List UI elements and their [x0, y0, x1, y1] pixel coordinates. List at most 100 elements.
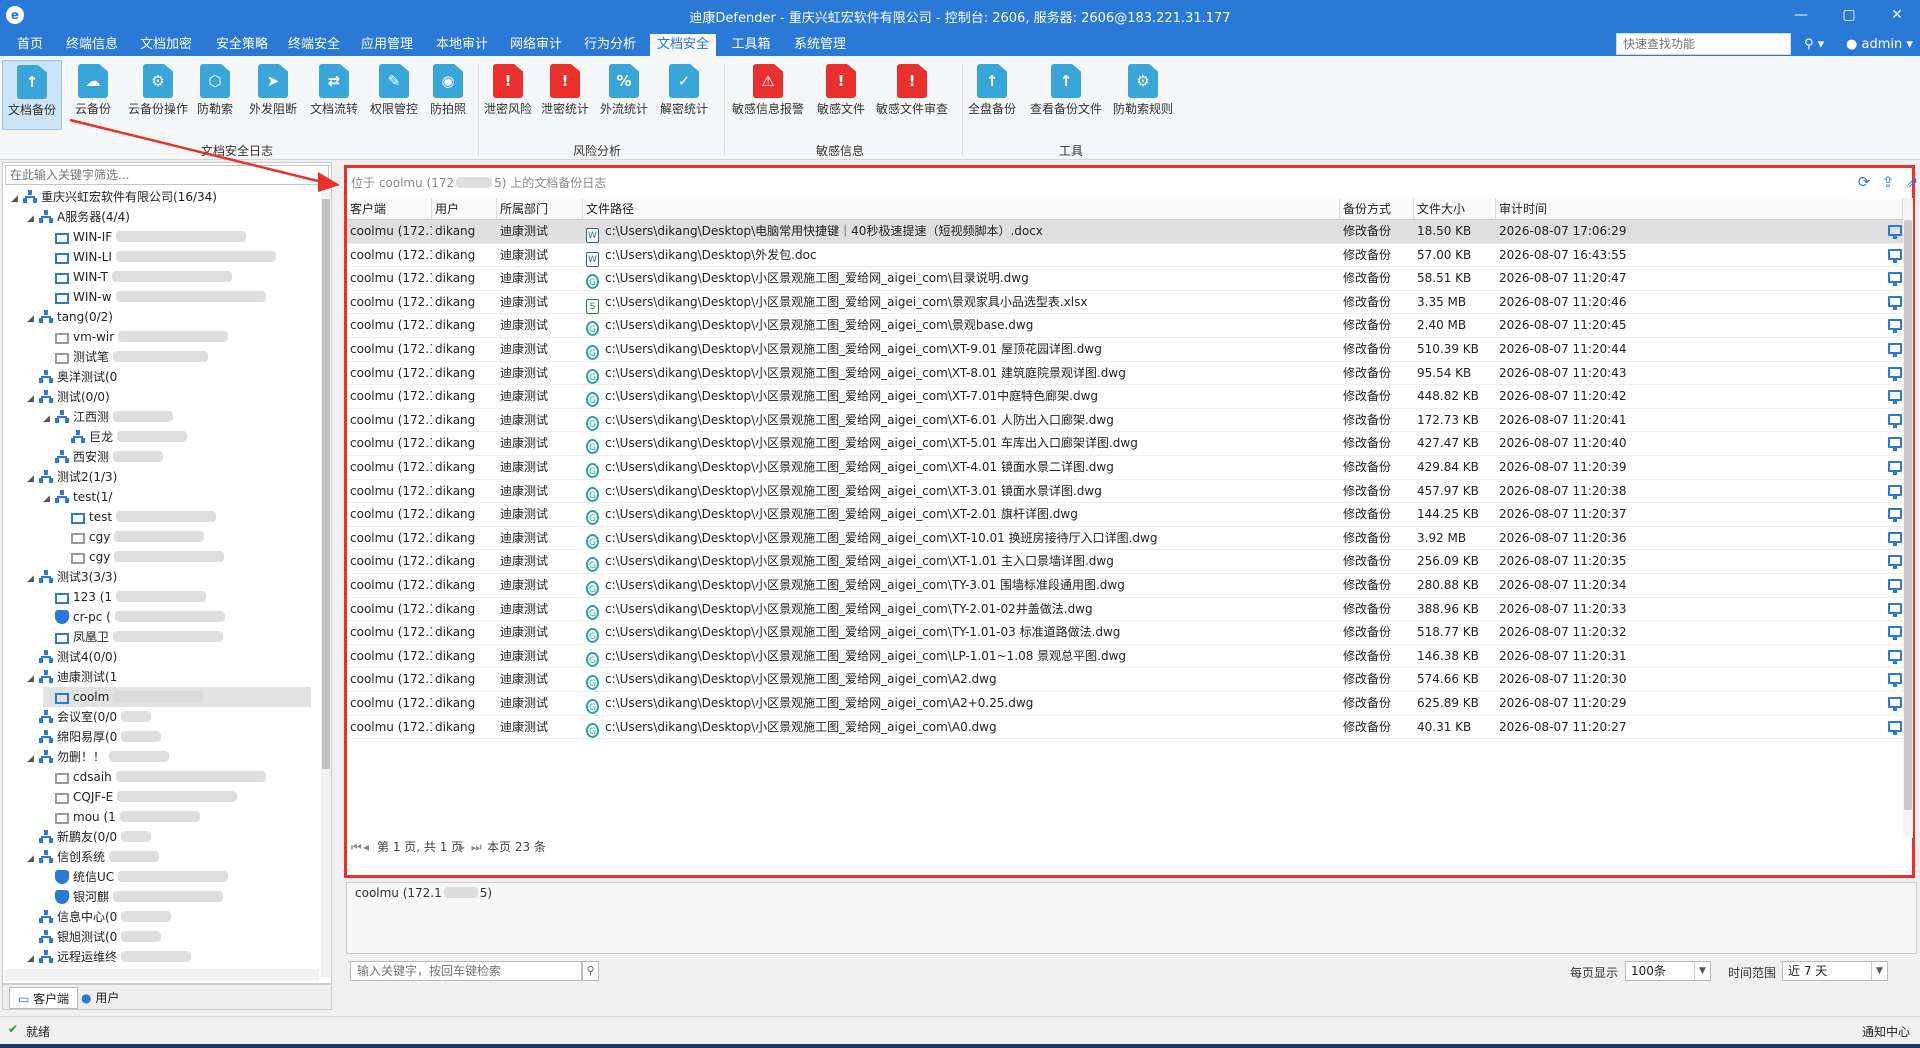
column-header[interactable]: 文件路径: [583, 198, 1340, 220]
org-chart-icon[interactable]: ⚲ ▾: [1804, 34, 1824, 56]
remote-monitor-icon[interactable]: [1888, 319, 1902, 334]
keyword-search-input[interactable]: [350, 961, 582, 981]
column-header[interactable]: 用户: [432, 198, 497, 220]
tree-node[interactable]: 123 (1: [43, 587, 207, 607]
tree-node[interactable]: 测试4(0/0): [27, 647, 117, 667]
remote-monitor-icon[interactable]: [1888, 531, 1902, 546]
tree-node[interactable]: 西安测: [43, 447, 164, 467]
tree-node[interactable]: 会议室(0/0: [27, 707, 151, 727]
column-header[interactable]: 所属部门: [497, 198, 583, 220]
ribbon-button[interactable]: ⚙ 防勒索规则: [1110, 60, 1176, 130]
collapse-arrow-icon[interactable]: ◢: [27, 849, 39, 869]
tab-users[interactable]: ● 用户: [73, 987, 127, 1009]
table-row[interactable]: coolmu (172.1...dikang 迪康测试 Gc:\Users\dika…: [347, 598, 1903, 622]
collapse-arrow-icon[interactable]: ◢: [27, 669, 39, 689]
tree-filter-input[interactable]: [5, 165, 329, 185]
per-page-select[interactable]: 100条 ▼: [1625, 961, 1711, 981]
remote-monitor-icon[interactable]: [1888, 390, 1902, 405]
menu-item[interactable]: 工具箱: [724, 34, 778, 56]
maximize-button[interactable]: ▢: [1834, 4, 1864, 26]
menu-item[interactable]: 终端信息: [60, 34, 124, 56]
tree-node[interactable]: ◢ 勿删！！: [27, 747, 170, 769]
ribbon-button[interactable]: ⚠ 敏感信息报警: [728, 60, 808, 130]
table-row[interactable]: coolmu (172.1...dikang 迪康测试 Gc:\Users\dika…: [347, 385, 1903, 409]
collapse-arrow-icon[interactable]: ◢: [11, 189, 23, 209]
tree-node[interactable]: 信息中心(0: [27, 907, 172, 927]
table-row[interactable]: coolmu (172.1...dikang 迪康测试 Gc:\Users\dika…: [347, 409, 1903, 433]
grid-vertical-scrollbar[interactable]: [1903, 198, 1913, 838]
tree-vertical-scrollbar[interactable]: [321, 187, 331, 977]
tree-node[interactable]: cgy: [59, 527, 205, 547]
tree-node[interactable]: WIN-T: [43, 267, 232, 287]
ribbon-button[interactable]: ✎ 权限管控: [366, 60, 422, 130]
search-icon[interactable]: ⚲: [582, 961, 599, 981]
collapse-arrow-icon[interactable]: ◢: [43, 489, 55, 509]
remote-monitor-icon[interactable]: [1888, 248, 1902, 263]
tree-node[interactable]: vm-wir: [43, 327, 229, 347]
tree-node[interactable]: WIN-LI: [43, 247, 276, 267]
column-header[interactable]: 文件大小: [1414, 198, 1496, 220]
ribbon-button[interactable]: ↑ 查看备份文件: [1024, 60, 1108, 130]
table-row[interactable]: coolmu (172.1...dikang 迪康测试 Gc:\Users\dika…: [347, 267, 1903, 291]
tree-horizontal-scrollbar[interactable]: [5, 969, 319, 981]
next-page-icon[interactable]: ▸: [459, 838, 465, 856]
minimize-button[interactable]: —: [1786, 4, 1816, 26]
ribbon-button[interactable]: ⚙ 云备份操作: [124, 60, 192, 130]
table-row[interactable]: coolmu (172.1...dikang 迪康测试 Gc:\Users\dika…: [347, 527, 1903, 551]
collapse-arrow-icon[interactable]: ◢: [27, 569, 39, 589]
remote-monitor-icon[interactable]: [1888, 225, 1902, 239]
tree-node[interactable]: 银旭测试(0: [27, 927, 162, 947]
collapse-arrow-icon[interactable]: ◢: [27, 309, 39, 329]
menu-item[interactable]: 文档安全: [650, 34, 716, 56]
notification-center-link[interactable]: 通知中心: [1862, 1023, 1910, 1040]
tree-node[interactable]: ◢ A服务器(4/4): [27, 207, 130, 227]
ribbon-button[interactable]: ⬡ 防勒索: [190, 60, 240, 130]
collapse-arrow-icon[interactable]: ◢: [27, 389, 39, 409]
last-page-icon[interactable]: ⏭: [471, 838, 482, 856]
ribbon-button[interactable]: ! 敏感文件审查: [872, 60, 952, 130]
tree-node[interactable]: WIN-IF: [43, 227, 247, 247]
table-row[interactable]: coolmu (172.1...dikang 迪康测试 Gc:\Users\dika…: [347, 362, 1903, 386]
menu-item[interactable]: 终端安全: [280, 34, 348, 56]
tab-clients[interactable]: ▭ 客户端: [9, 987, 79, 1009]
tree-node[interactable]: ◢ test(1/: [43, 487, 112, 507]
table-row[interactable]: coolmu (172.1...dikang 迪康测试 Sc:\Users\dika…: [347, 291, 1903, 315]
ribbon-button[interactable]: ! 泄密风险: [482, 60, 534, 130]
remote-monitor-icon[interactable]: [1888, 343, 1902, 357]
table-row[interactable]: coolmu (172.1...dikang 迪康测试 Wc:\Users\dika…: [347, 220, 1903, 244]
ribbon-button[interactable]: ⇄ 文档流转: [304, 60, 364, 130]
menu-item[interactable]: 系统管理: [786, 34, 854, 56]
table-row[interactable]: coolmu (172.1...dikang 迪康测试 Gc:\Users\dika…: [347, 503, 1903, 527]
remote-monitor-icon[interactable]: [1888, 272, 1902, 287]
tree-node[interactable]: ◢ 江西测: [43, 407, 174, 427]
menu-item[interactable]: 本地审计: [428, 34, 496, 56]
tree-node[interactable]: 凤凰卫: [43, 627, 224, 647]
table-row[interactable]: coolmu (172.1...dikang 迪康测试 Gc:\Users\dika…: [347, 432, 1903, 456]
tree-node[interactable]: cr-pc (: [43, 607, 225, 627]
table-row[interactable]: coolmu (172.1...dikang 迪康测试 Wc:\Users\dika…: [347, 244, 1903, 268]
tree-node[interactable]: 统信UC: [43, 867, 229, 887]
menu-item[interactable]: 首页: [8, 34, 52, 56]
remote-monitor-icon[interactable]: [1888, 413, 1902, 428]
ribbon-button[interactable]: ↑ 文档备份: [2, 60, 62, 130]
table-row[interactable]: coolmu (172.1...dikang 迪康测试 Gc:\Users\dika…: [347, 456, 1903, 480]
menu-item[interactable]: 安全策略: [210, 34, 274, 56]
tree-node[interactable]: ◢ 测试(0/0): [27, 387, 110, 407]
tree-node[interactable]: WIN-w: [43, 287, 266, 307]
table-row[interactable]: coolmu (172.1...dikang 迪康测试 Gc:\Users\dika…: [347, 645, 1903, 669]
remote-monitor-icon[interactable]: [1888, 720, 1902, 735]
remote-monitor-icon[interactable]: [1888, 508, 1902, 523]
refresh-icon[interactable]: ⟳: [1855, 173, 1873, 191]
ribbon-button[interactable]: ! 泄密统计: [538, 60, 592, 130]
ribbon-button[interactable]: ☁ 云备份: [66, 60, 120, 130]
ribbon-button[interactable]: ◉ 防拍照: [424, 60, 472, 130]
collapse-arrow-icon[interactable]: ◢: [27, 749, 39, 769]
remote-monitor-icon[interactable]: [1888, 626, 1902, 641]
tree-node[interactable]: ◢ tang(0/2): [27, 307, 113, 327]
remote-monitor-icon[interactable]: [1888, 697, 1902, 711]
time-range-select[interactable]: 近 7 天 ▼: [1782, 961, 1888, 981]
tree-node[interactable]: 测试笔: [43, 347, 209, 367]
remote-monitor-icon[interactable]: [1888, 602, 1902, 617]
tree-node[interactable]: test: [59, 507, 217, 527]
ribbon-button[interactable]: ✓ 解密统计: [656, 60, 712, 130]
